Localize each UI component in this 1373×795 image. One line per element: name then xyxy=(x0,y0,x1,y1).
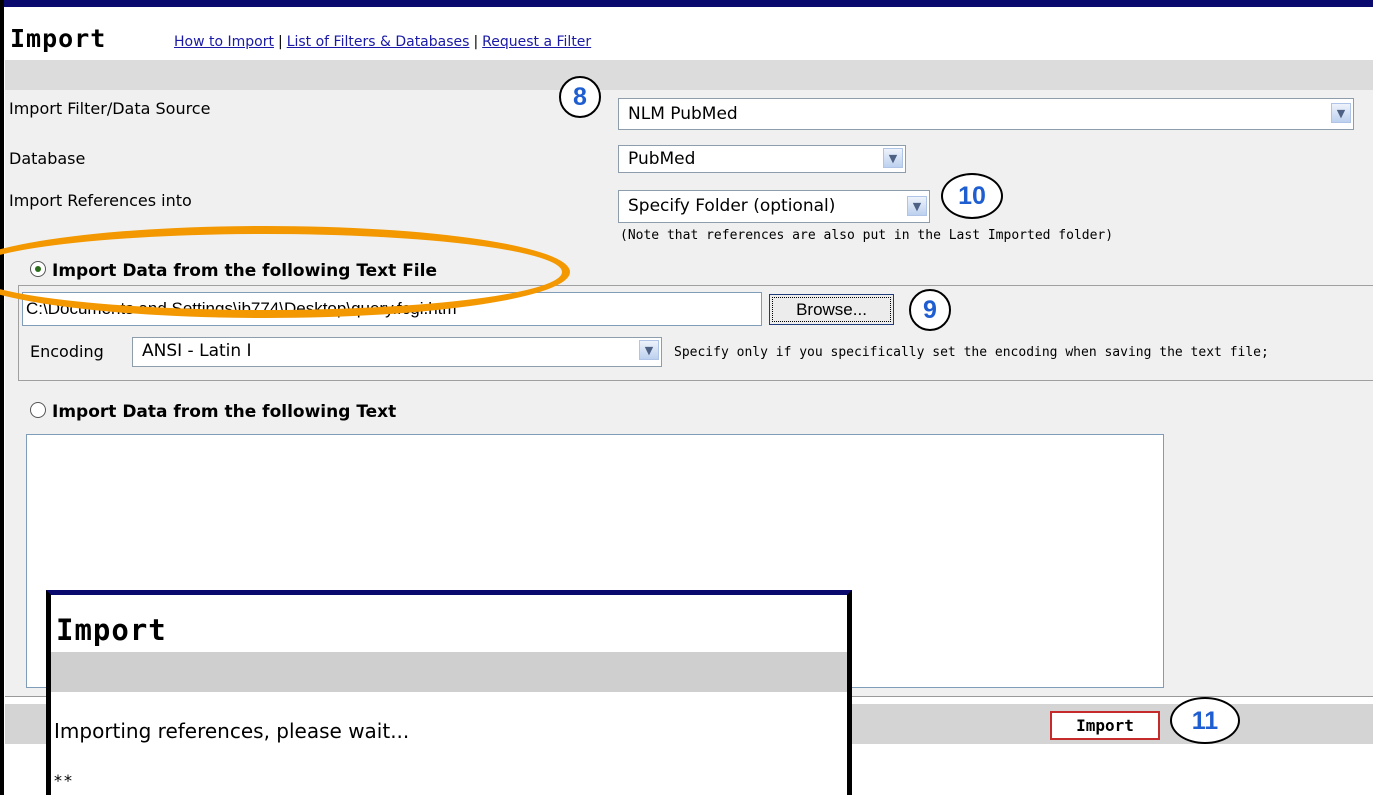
overlay-band xyxy=(51,652,847,692)
folder-select-value: Specify Folder (optional) xyxy=(628,196,836,216)
database-select-value: PubMed xyxy=(628,149,696,169)
folder-select[interactable]: Specify Folder (optional) ▼ xyxy=(618,190,930,223)
file-option-radio[interactable] xyxy=(30,261,46,277)
database-select[interactable]: PubMed ▼ xyxy=(618,145,906,173)
callout-8: 8 xyxy=(559,76,601,118)
left-border xyxy=(0,0,4,795)
folder-note: (Note that references are also put in th… xyxy=(620,228,1114,243)
file-path-input[interactable]: C:\Documents and Settings\jb774\Desktop\… xyxy=(22,292,762,326)
request-filter-link[interactable]: Request a Filter xyxy=(482,34,591,50)
database-label: Database xyxy=(9,149,86,168)
filter-label: Import Filter/Data Source xyxy=(9,99,211,118)
text-option-label: Import Data from the following Text xyxy=(52,402,397,422)
overlay-title: Import xyxy=(56,613,167,647)
encoding-select[interactable]: ANSI - Latin I ▼ xyxy=(132,337,662,367)
chevron-down-icon: ▼ xyxy=(639,340,659,360)
chevron-down-icon: ▼ xyxy=(883,148,903,168)
import-page: Import How to Import | List of Filters & D… xyxy=(0,0,1373,795)
file-option-label: Import Data from the following Text File xyxy=(52,261,437,281)
import-button[interactable]: Import xyxy=(1050,711,1160,740)
filter-select-value: NLM PubMed xyxy=(628,104,738,124)
link-separator: | xyxy=(277,34,283,50)
text-option-radio[interactable] xyxy=(30,402,46,418)
text-option[interactable]: Import Data from the following Text xyxy=(30,402,396,422)
header-links: How to Import | List of Filters & Database… xyxy=(174,34,591,50)
callout-9: 9 xyxy=(909,289,951,331)
folder-label: Import References into xyxy=(9,191,192,210)
callout-11: 11 xyxy=(1170,697,1240,744)
how-to-import-link[interactable]: How to Import xyxy=(174,34,274,50)
callout-10: 10 xyxy=(941,173,1003,219)
chevron-down-icon: ▼ xyxy=(1331,103,1351,123)
filters-databases-link[interactable]: List of Filters & Databases xyxy=(287,34,470,50)
encoding-hint: Specify only if you specifically set the… xyxy=(674,345,1269,360)
filter-select[interactable]: NLM PubMed ▼ xyxy=(618,98,1354,130)
overlay-message: Importing references, please wait... xyxy=(54,719,410,743)
top-border xyxy=(0,0,1373,7)
page-title: Import xyxy=(10,24,107,53)
browse-button[interactable]: Browse... xyxy=(769,294,894,325)
header-band xyxy=(5,60,1373,90)
chevron-down-icon: ▼ xyxy=(907,196,927,216)
link-separator: | xyxy=(473,34,479,50)
encoding-label: Encoding xyxy=(30,342,104,361)
progress-overlay: Import Importing references, please wait… xyxy=(46,590,852,795)
file-option[interactable]: Import Data from the following Text File xyxy=(30,261,437,281)
overlay-progress: ** xyxy=(54,771,74,790)
encoding-select-value: ANSI - Latin I xyxy=(142,341,252,361)
